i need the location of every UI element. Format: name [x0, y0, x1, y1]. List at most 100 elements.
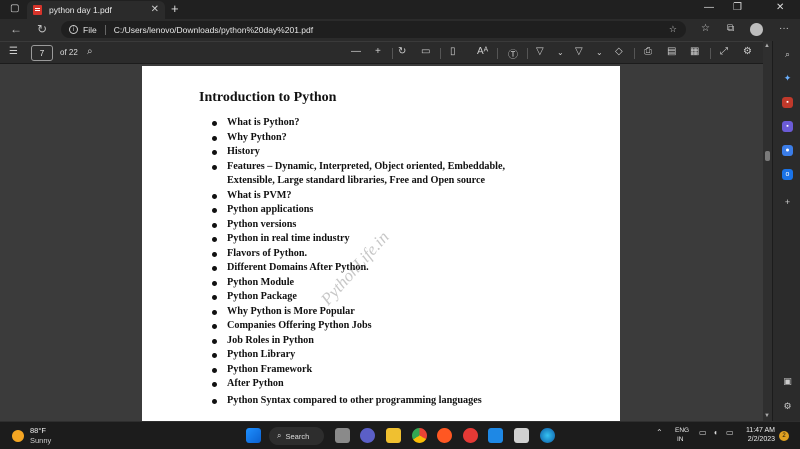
display-icon[interactable]: ▭: [699, 428, 707, 437]
sidebar-tools-icon[interactable]: ▪: [782, 121, 793, 132]
tray-chevron-up-icon[interactable]: ⌃: [656, 428, 663, 437]
page-number-input[interactable]: 7: [31, 45, 53, 61]
search-icon[interactable]: ⌕: [87, 46, 93, 57]
collections-icon[interactable]: ⧉: [727, 23, 734, 34]
sidebar-shopping-icon[interactable]: ▪: [782, 97, 793, 108]
weather-temperature[interactable]: 88°F: [30, 426, 46, 435]
list-item: Python Library: [212, 348, 532, 363]
address-bar[interactable]: i File C:/Users/lenovo/Downloads/python%…: [61, 21, 686, 38]
fullscreen-icon[interactable]: ⤢: [720, 46, 728, 57]
pdf-file-icon: [33, 5, 42, 15]
region-indicator[interactable]: IN: [677, 436, 684, 443]
add-favorite-icon[interactable]: ☆: [669, 24, 677, 35]
sidebar-hide-icon[interactable]: ▣: [782, 376, 793, 387]
list-item: Python Framework: [212, 363, 532, 378]
chat-icon[interactable]: [360, 428, 375, 443]
search-label: Search: [285, 431, 310, 441]
scrollbar-thumb[interactable]: [765, 151, 770, 161]
workspaces-icon[interactable]: ▢: [10, 3, 19, 14]
list-item: Python Package: [212, 290, 532, 305]
toolbar-divider: [527, 48, 528, 59]
clock-date[interactable]: 2/2/2023: [740, 436, 775, 443]
chevron-down-icon[interactable]: ⌄: [557, 48, 564, 57]
address-row: ← ↻ i File C:/Users/lenovo/Downloads/pyt…: [0, 19, 800, 41]
refresh-icon[interactable]: ↻: [37, 22, 47, 36]
list-item: Companies Offering Python Jobs: [212, 319, 532, 334]
start-windows-icon[interactable]: [246, 428, 261, 443]
sidebar-add-icon[interactable]: +: [782, 196, 793, 207]
minimize-icon[interactable]: —: [704, 2, 714, 13]
app-icon[interactable]: [437, 428, 452, 443]
sidebar-discover-icon[interactable]: ✦: [782, 73, 793, 84]
add-text-icon[interactable]: Ⓣ: [508, 46, 518, 61]
print-icon[interactable]: ⎙: [644, 46, 652, 57]
address-divider: [104, 24, 106, 35]
close-window-icon[interactable]: ✕: [776, 2, 784, 13]
notification-badge[interactable]: 2: [779, 431, 789, 441]
title-bar: ▢ python day 1.pdf ✕ + — ❐ ✕: [0, 0, 800, 19]
address-path: C:/Users/lenovo/Downloads/python%20day%2…: [113, 24, 314, 35]
task-view-icon[interactable]: [335, 428, 350, 443]
more-menu-icon[interactable]: ···: [779, 23, 789, 34]
toolbar-divider: [392, 48, 393, 59]
list-item: After Python: [212, 377, 532, 392]
taskbar-search-button[interactable]: ⌕ Search: [269, 427, 324, 445]
pdf-viewer[interactable]: Introduction to Python What is Python? Wh…: [0, 65, 763, 422]
restore-icon[interactable]: ❐: [733, 2, 742, 13]
toolbar-divider: [710, 48, 711, 59]
battery-icon[interactable]: ▭: [726, 428, 734, 437]
save-icon[interactable]: ▤: [667, 46, 676, 57]
scroll-up-icon[interactable]: ▲: [764, 43, 770, 49]
address-scheme: File: [83, 24, 97, 35]
chrome-icon[interactable]: [412, 428, 427, 443]
weather-condition[interactable]: Sunny: [30, 436, 51, 445]
edge-icon[interactable]: [540, 428, 555, 443]
clock-time[interactable]: 11:47 AM: [745, 427, 775, 434]
volume-icon[interactable]: ◖: [713, 428, 718, 437]
toolbar-divider: [497, 48, 498, 59]
toolbar-divider: [634, 48, 635, 59]
save-as-icon[interactable]: ▦: [690, 46, 699, 57]
tab-title: python day 1.pdf: [49, 5, 112, 15]
close-tab-icon[interactable]: ✕: [151, 4, 159, 15]
scroll-down-icon[interactable]: ▼: [764, 413, 770, 419]
edge-sidebar: ⌕ ✦ ▪ ▪ ● o + ▣ ⚙: [772, 41, 800, 421]
settings-gear-icon[interactable]: ⚙: [743, 46, 752, 57]
new-tab-button[interactable]: +: [171, 1, 179, 16]
sidebar-search-icon[interactable]: ⌕: [782, 49, 793, 60]
rotate-icon[interactable]: ↻: [398, 46, 406, 57]
language-indicator[interactable]: ENG: [675, 427, 689, 434]
toolbar-divider: [440, 48, 441, 59]
list-item: Python versions: [212, 218, 532, 233]
list-item: Python applications: [212, 203, 532, 218]
draw-icon[interactable]: ▽: [536, 46, 544, 57]
app-icon[interactable]: [463, 428, 478, 443]
snipping-tool-icon[interactable]: [514, 428, 529, 443]
document-title: Introduction to Python: [199, 90, 337, 105]
search-icon: ⌕: [277, 431, 282, 440]
back-icon[interactable]: ←: [10, 22, 22, 36]
highlight-icon[interactable]: ▽: [575, 46, 583, 57]
pdf-page[interactable]: Introduction to Python What is Python? Wh…: [142, 66, 620, 422]
sidebar-games-icon[interactable]: ●: [782, 145, 793, 156]
sidebar-settings-icon[interactable]: ⚙: [782, 401, 793, 412]
list-item: History: [212, 145, 532, 160]
zoom-out-icon[interactable]: —: [351, 46, 361, 57]
zoom-in-icon[interactable]: +: [375, 46, 381, 57]
read-aloud-icon[interactable]: Aᴬ: [477, 46, 488, 57]
file-explorer-icon[interactable]: [386, 428, 401, 443]
sidebar-outlook-icon[interactable]: o: [782, 169, 793, 180]
tab-python-day-1[interactable]: python day 1.pdf ✕: [27, 1, 165, 19]
vertical-scrollbar[interactable]: ▲ ▼: [763, 41, 772, 421]
weather-sun-icon[interactable]: [12, 430, 24, 442]
page-view-icon[interactable]: ▯: [450, 46, 456, 57]
vscode-icon[interactable]: [488, 428, 503, 443]
favorites-icon[interactable]: ☆: [701, 23, 710, 34]
info-icon[interactable]: i: [69, 25, 78, 34]
list-item: Python Syntax compared to other programm…: [212, 394, 532, 409]
fit-to-page-icon[interactable]: ▭: [421, 46, 430, 57]
avatar[interactable]: [750, 23, 763, 36]
table-of-contents-icon[interactable]: ☰: [9, 46, 18, 57]
erase-icon[interactable]: ◇: [615, 46, 623, 57]
chevron-down-icon[interactable]: ⌄: [596, 48, 603, 57]
